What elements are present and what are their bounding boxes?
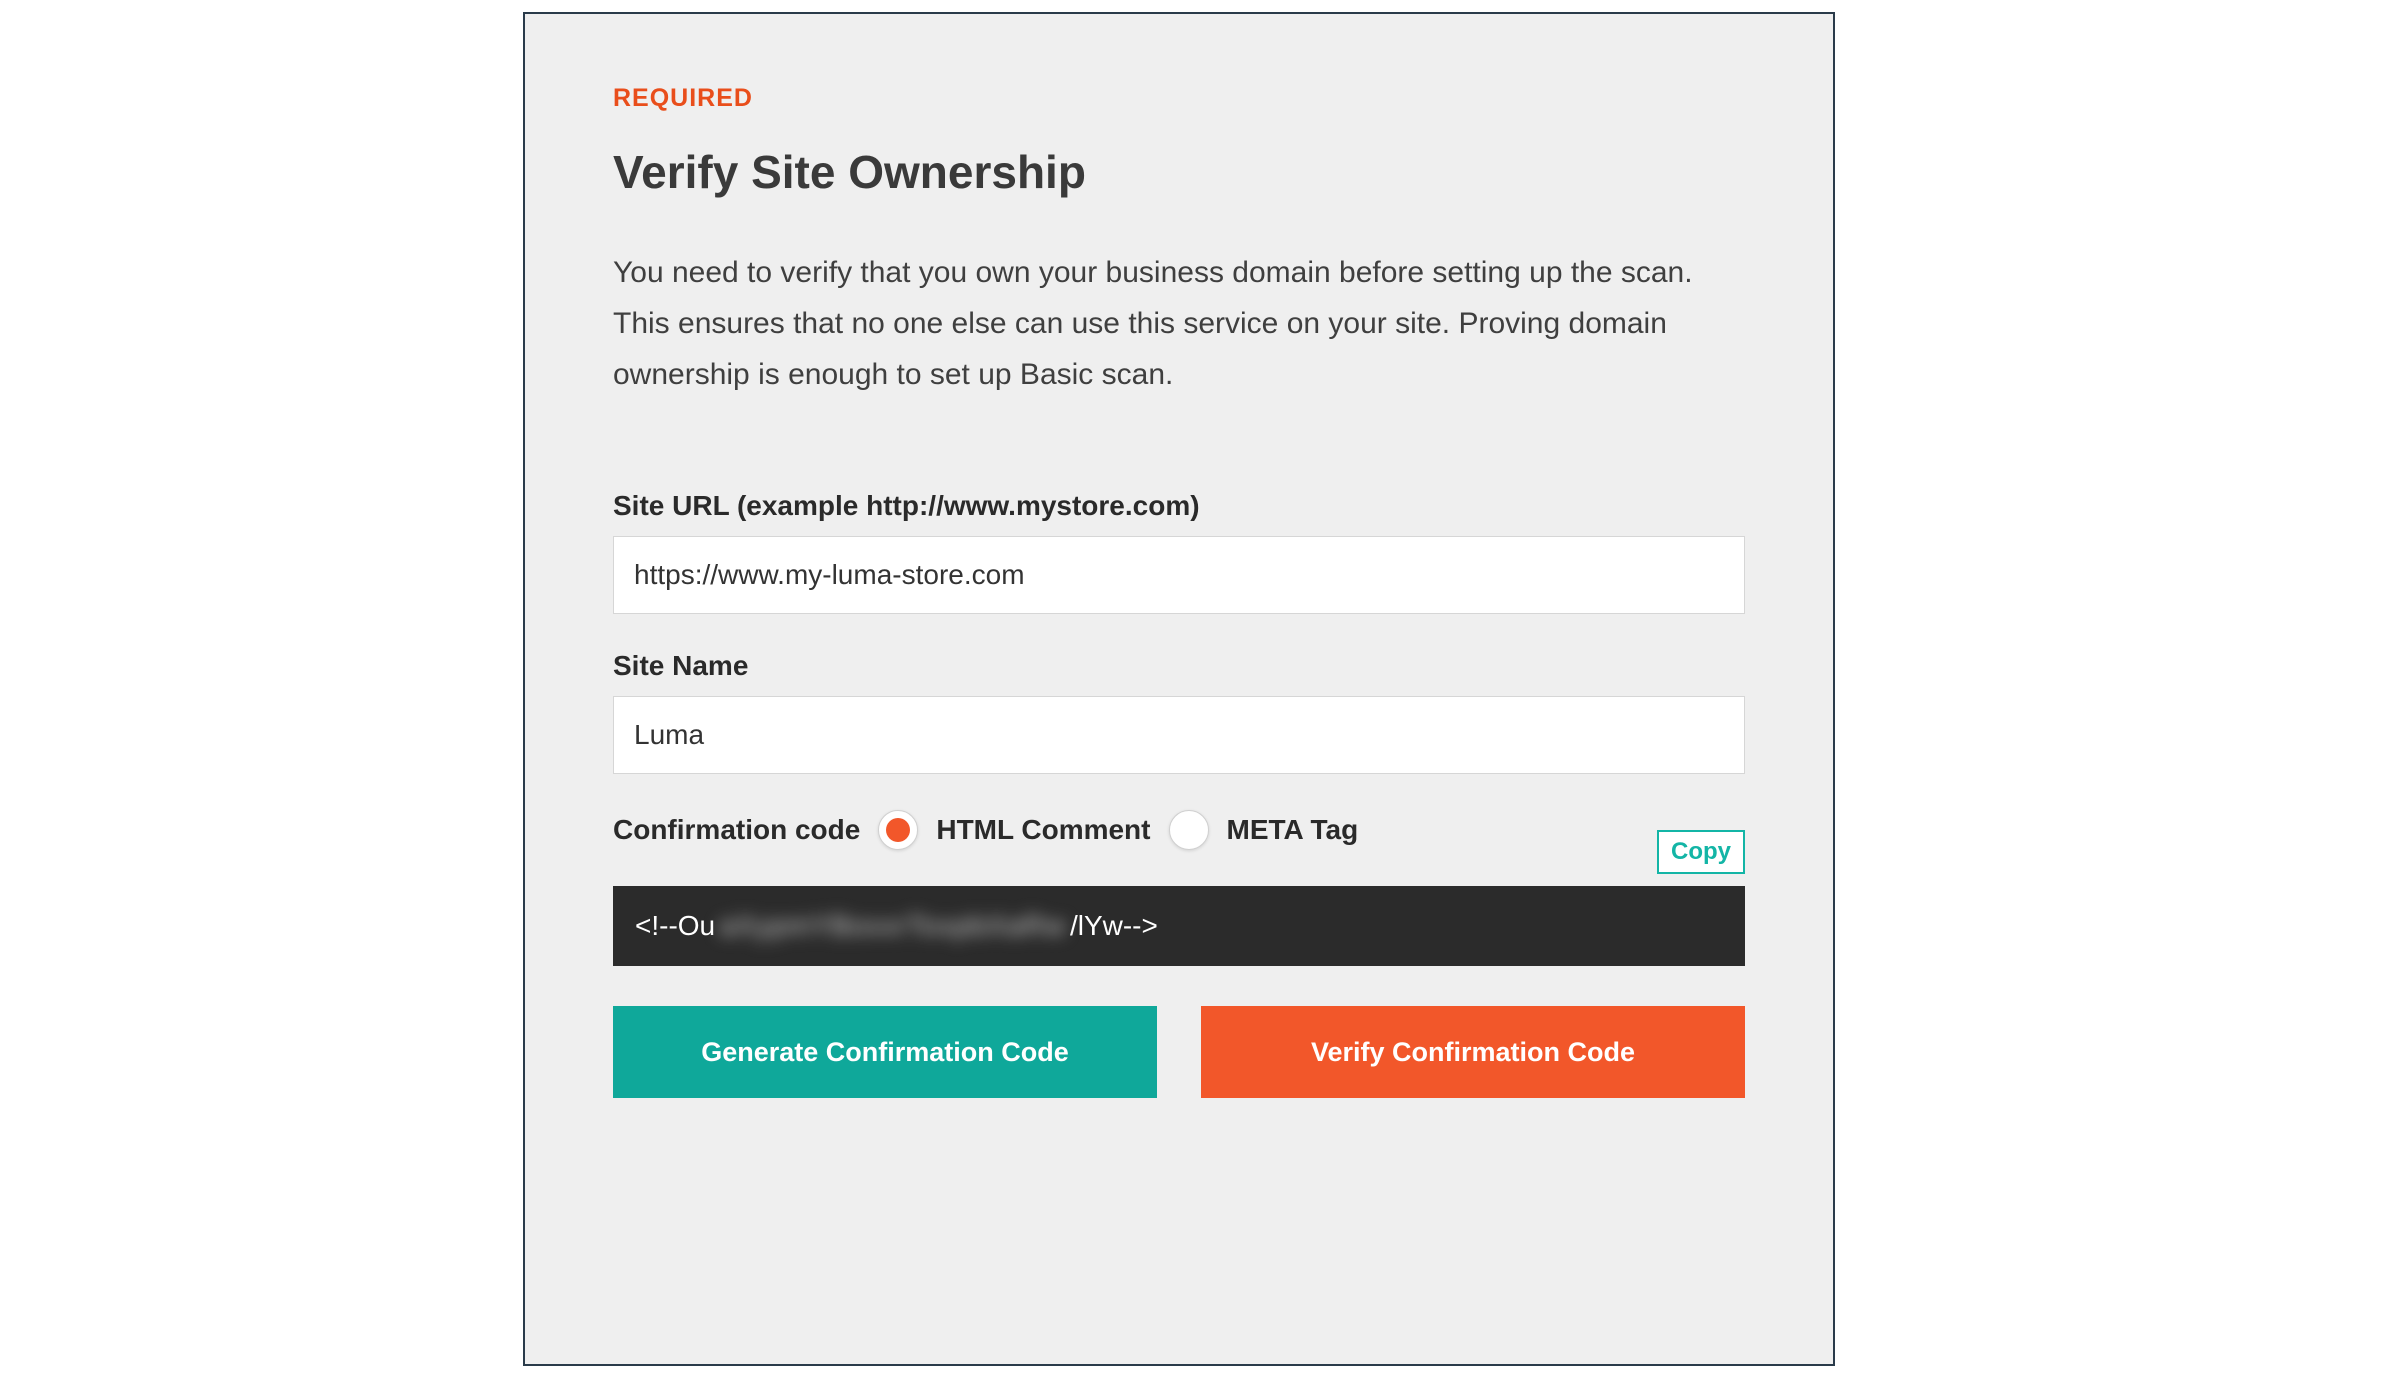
- action-buttons-row: Generate Confirmation Code Verify Confir…: [613, 1006, 1745, 1098]
- verify-ownership-panel: REQUIRED Verify Site Ownership You need …: [523, 12, 1835, 1366]
- code-obscured: aXypmYBoxxrToxpbXaRw: [719, 910, 1066, 942]
- site-url-field-group: Site URL (example http://www.mystore.com…: [613, 490, 1745, 614]
- radio-meta-tag[interactable]: [1169, 810, 1209, 850]
- radio-html-comment-label: HTML Comment: [936, 814, 1150, 846]
- required-badge: REQUIRED: [613, 84, 1745, 113]
- site-name-label: Site Name: [613, 650, 1745, 682]
- code-prefix: <!--Ou: [635, 910, 715, 942]
- confirmation-code-display: <!--Ou aXypmYBoxxrToxpbXaRw /lYw-->: [613, 886, 1745, 966]
- confirmation-code-row: Confirmation code HTML Comment META Tag …: [613, 810, 1745, 850]
- copy-button[interactable]: Copy: [1657, 830, 1745, 874]
- site-name-input[interactable]: [613, 696, 1745, 774]
- site-name-field-group: Site Name: [613, 650, 1745, 774]
- code-suffix: /lYw-->: [1070, 910, 1158, 942]
- radio-html-comment[interactable]: [878, 810, 918, 850]
- description-text: You need to verify that you own your bus…: [613, 247, 1693, 400]
- site-url-label: Site URL (example http://www.mystore.com…: [613, 490, 1745, 522]
- verify-code-button[interactable]: Verify Confirmation Code: [1201, 1006, 1745, 1098]
- page-title: Verify Site Ownership: [613, 145, 1745, 199]
- site-url-input[interactable]: [613, 536, 1745, 614]
- generate-code-button[interactable]: Generate Confirmation Code: [613, 1006, 1157, 1098]
- confirmation-code-label: Confirmation code: [613, 814, 860, 846]
- radio-meta-tag-label: META Tag: [1227, 814, 1359, 846]
